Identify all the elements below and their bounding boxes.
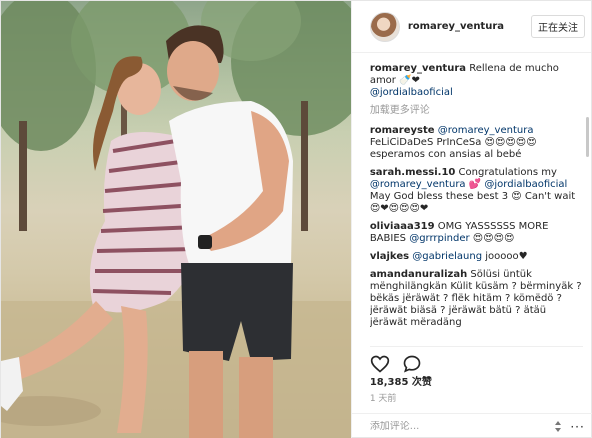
list-item: amandanuralizah Sölüsi üntük mënghilängk… — [370, 269, 583, 329]
load-more-comments-link[interactable]: 加载更多评论 — [370, 105, 583, 117]
list-item: romareyste @romarey_ventura FeLiCiDaDeS … — [370, 125, 583, 161]
post-photo[interactable] — [1, 1, 351, 438]
comment-text: May God bless these best 3 😍 Can't wait😍… — [369, 191, 576, 214]
comment-username[interactable]: amandanuralizah — [370, 269, 467, 280]
action-bar — [369, 346, 583, 373]
comment-mention[interactable]: @jordialbaoficial — [484, 179, 567, 190]
more-options-icon[interactable]: ··· — [570, 420, 584, 434]
caption-username[interactable]: romarey_ventura — [370, 63, 466, 74]
likes-count[interactable]: 18,385 次赞 — [370, 373, 432, 388]
avatar[interactable] — [369, 11, 400, 42]
comment-text: FeLiCiDaDeS PrInCeSa 😍😍😍😍😍 esperamos con… — [369, 137, 537, 160]
comments-list: romarey_ventura Rellena de mucho amor 🍼❤… — [370, 63, 583, 342]
list-item: oliviaaa319 OMG YASSSSSS MORE BABIES @gr… — [370, 221, 583, 245]
comment-text: 😍😍😍😍 — [472, 233, 515, 244]
comment-mention[interactable]: @romarey_ventura — [370, 179, 466, 190]
list-item: vlajkes @gabrielaung jooooo♥ — [370, 251, 583, 263]
comments-scrollbar[interactable] — [586, 117, 589, 157]
comment-mention[interactable]: @romarey_ventura — [438, 125, 534, 136]
following-button[interactable]: 正在关注 — [531, 15, 585, 38]
comment-username[interactable]: oliviaaa319 — [370, 221, 435, 232]
post-timestamp[interactable]: 1 天前 — [370, 391, 397, 404]
comment-bubble-icon[interactable] — [402, 354, 422, 374]
post-side-panel: romarey_ventura 正在关注 romarey_ventura Rel… — [350, 1, 592, 438]
comment-username[interactable]: romareyste — [370, 125, 435, 136]
list-item: sarah.messi.10 Congratulations my @romar… — [370, 167, 583, 215]
comment-text: 💕 — [468, 179, 482, 190]
comment-text: jooooo♥ — [485, 251, 528, 262]
comment-username[interactable]: sarah.messi.10 — [370, 167, 456, 178]
header-username[interactable]: romarey_ventura — [408, 21, 531, 32]
scroll-arrows-icon[interactable] — [552, 420, 564, 434]
comment-text: Congratulations my — [458, 167, 557, 178]
add-comment-input[interactable] — [369, 421, 553, 432]
caption-mention[interactable]: @jordialbaoficial — [370, 87, 453, 98]
comment-mention[interactable]: @gabrielaung — [412, 251, 482, 262]
add-comment-bar: ··· — [351, 413, 592, 438]
comment-mention[interactable]: @grrrpinder — [409, 233, 469, 244]
comment-username[interactable]: vlajkes — [370, 251, 409, 262]
photo-illustration — [1, 1, 351, 438]
post-header: romarey_ventura 正在关注 — [351, 1, 591, 53]
instagram-post: romarey_ventura 正在关注 romarey_ventura Rel… — [0, 0, 592, 438]
caption: romarey_ventura Rellena de mucho amor 🍼❤… — [370, 63, 583, 99]
heart-icon[interactable] — [370, 354, 390, 374]
